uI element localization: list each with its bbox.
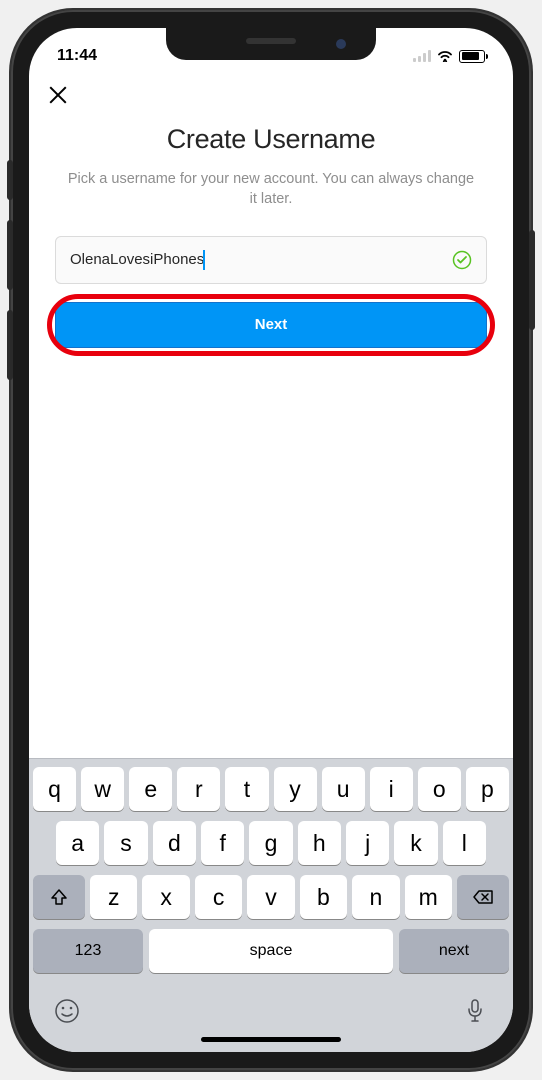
key-h[interactable]: h bbox=[298, 821, 341, 865]
front-camera bbox=[336, 39, 346, 49]
key-v[interactable]: v bbox=[247, 875, 294, 919]
key-n[interactable]: n bbox=[352, 875, 399, 919]
nav-bar bbox=[29, 74, 513, 118]
key-k[interactable]: k bbox=[394, 821, 437, 865]
battery-icon bbox=[459, 50, 485, 63]
key-c[interactable]: c bbox=[195, 875, 242, 919]
keyboard-row-1: q w e r t y u i o p bbox=[33, 767, 509, 811]
cellular-signal-icon bbox=[413, 50, 431, 62]
text-cursor bbox=[203, 250, 205, 270]
backspace-key[interactable] bbox=[457, 875, 509, 919]
username-input[interactable]: OlenaLovesiPhones bbox=[70, 250, 205, 270]
check-valid-icon bbox=[452, 250, 472, 270]
key-a[interactable]: a bbox=[56, 821, 99, 865]
speaker bbox=[246, 38, 296, 44]
power-button bbox=[529, 230, 535, 330]
key-x[interactable]: x bbox=[142, 875, 189, 919]
key-r[interactable]: r bbox=[177, 767, 220, 811]
key-e[interactable]: e bbox=[129, 767, 172, 811]
ios-keyboard: q w e r t y u i o p a s d f g h j k l bbox=[29, 758, 513, 1052]
key-l[interactable]: l bbox=[443, 821, 486, 865]
silent-switch bbox=[7, 160, 13, 200]
numeric-toggle-key[interactable]: 123 bbox=[33, 929, 143, 973]
keyboard-row-3: z x c v b n m bbox=[33, 875, 509, 919]
key-y[interactable]: y bbox=[274, 767, 317, 811]
close-icon[interactable] bbox=[47, 84, 69, 106]
key-d[interactable]: d bbox=[153, 821, 196, 865]
key-g[interactable]: g bbox=[249, 821, 292, 865]
key-i[interactable]: i bbox=[370, 767, 413, 811]
status-time: 11:44 bbox=[57, 47, 97, 65]
key-z[interactable]: z bbox=[90, 875, 137, 919]
key-w[interactable]: w bbox=[81, 767, 124, 811]
key-u[interactable]: u bbox=[322, 767, 365, 811]
username-input-container[interactable]: OlenaLovesiPhones bbox=[55, 236, 487, 284]
keyboard-row-4: 123 space next bbox=[33, 929, 509, 973]
keyboard-row-2: a s d f g h j k l bbox=[33, 821, 509, 865]
key-j[interactable]: j bbox=[346, 821, 389, 865]
home-indicator[interactable] bbox=[201, 1037, 341, 1042]
page-subtitle: Pick a username for your new account. Yo… bbox=[55, 169, 487, 210]
key-s[interactable]: s bbox=[104, 821, 147, 865]
wifi-icon bbox=[437, 50, 453, 62]
username-value: OlenaLovesiPhones bbox=[70, 251, 204, 268]
key-p[interactable]: p bbox=[466, 767, 509, 811]
key-o[interactable]: o bbox=[418, 767, 461, 811]
page-title: Create Username bbox=[55, 124, 487, 155]
emoji-icon[interactable] bbox=[53, 997, 81, 1025]
key-f[interactable]: f bbox=[201, 821, 244, 865]
screen: 11:44 Create Usernam bbox=[29, 28, 513, 1052]
content-area: Create Username Pick a username for your… bbox=[29, 118, 513, 758]
dictation-icon[interactable] bbox=[461, 997, 489, 1025]
status-indicators bbox=[413, 50, 485, 63]
keyboard-bottom-bar bbox=[33, 983, 509, 1029]
shift-key[interactable] bbox=[33, 875, 85, 919]
key-b[interactable]: b bbox=[300, 875, 347, 919]
volume-up-button bbox=[7, 220, 13, 290]
phone-frame: 11:44 Create Usernam bbox=[11, 10, 531, 1070]
next-button-container: Next bbox=[55, 302, 487, 348]
next-button[interactable]: Next bbox=[55, 302, 487, 348]
keyboard-action-key[interactable]: next bbox=[399, 929, 509, 973]
notch bbox=[166, 28, 376, 60]
key-q[interactable]: q bbox=[33, 767, 76, 811]
volume-down-button bbox=[7, 310, 13, 380]
key-t[interactable]: t bbox=[225, 767, 268, 811]
key-m[interactable]: m bbox=[405, 875, 452, 919]
space-key[interactable]: space bbox=[149, 929, 393, 973]
